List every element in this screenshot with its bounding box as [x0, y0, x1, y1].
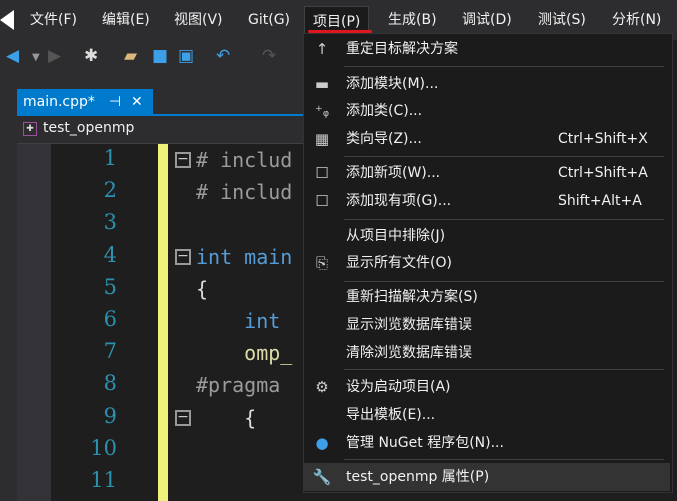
- editor-margin: [17, 144, 51, 501]
- line-number: 2: [103, 178, 117, 203]
- menu-git[interactable]: Git(G): [240, 0, 298, 40]
- forward-icon[interactable]: ▶: [48, 46, 61, 66]
- project-icon: ✚: [23, 122, 37, 136]
- menu-item[interactable]: 显示浏览数据库错误: [304, 311, 670, 339]
- menu-item-label: 添加现有项(G)...: [346, 193, 452, 209]
- project-nav-dropdown[interactable]: ✚ test_openmp: [17, 116, 303, 144]
- menu-separator: [344, 219, 664, 220]
- code-line[interactable]: omp_: [196, 341, 292, 365]
- line-number: 6: [103, 307, 117, 331]
- show-files-icon: ⎘: [315, 254, 328, 272]
- menu-item[interactable]: ⎘ 显示所有文件(O): [304, 249, 670, 277]
- close-icon[interactable]: ✕: [131, 89, 143, 115]
- menu-item-shortcut: Shift+Alt+A: [558, 193, 642, 209]
- code-line[interactable]: #pragma: [196, 373, 280, 397]
- line-number: 7: [103, 339, 117, 364]
- add-class-icon: ⁺ᵩ: [314, 102, 330, 120]
- collapse-icon[interactable]: −: [175, 248, 191, 265]
- menu-item[interactable]: ⁺ᵩ 添加类(C)...: [304, 97, 670, 125]
- code-line[interactable]: # includ: [196, 148, 292, 172]
- menu-separator: [344, 459, 664, 460]
- tab-title: main.cpp*: [23, 94, 95, 110]
- menu-item[interactable]: 清除浏览数据库错误: [304, 339, 670, 367]
- menu-item[interactable]: 从项目中排除(J): [304, 222, 670, 250]
- save-all-icon[interactable]: ▣: [178, 46, 194, 66]
- add-module-icon: ▬: [314, 75, 330, 93]
- side-panel-strip[interactable]: [0, 76, 17, 501]
- line-number: 11: [90, 468, 117, 492]
- menu-separator: [344, 156, 664, 157]
- collapse-icon[interactable]: −: [175, 409, 191, 426]
- menu-item[interactable]: ↑ 重定目标解决方案: [304, 35, 670, 63]
- arrow-up-icon: ↑: [315, 40, 329, 58]
- line-number: 9: [103, 403, 117, 428]
- menu-item-label: 重定目标解决方案: [346, 41, 458, 57]
- menu-item[interactable]: ☐ 添加新项(W)... Ctrl+Shift+A: [304, 159, 670, 187]
- menu-edit[interactable]: 编辑(E): [94, 0, 158, 40]
- code-line[interactable]: int: [196, 309, 280, 333]
- menu-item[interactable]: ▦ 类向导(Z)... Ctrl+Shift+X: [304, 125, 670, 153]
- menu-item-label: 管理 NuGet 程序包(N)...: [346, 435, 504, 451]
- menu-item[interactable]: 🔧 test_openmp 属性(P): [304, 463, 670, 491]
- save-icon[interactable]: ■: [152, 46, 168, 66]
- menu-item-label: 导出模板(E)...: [346, 407, 436, 423]
- change-indicator: [158, 144, 168, 501]
- menu-item[interactable]: ● 管理 NuGet 程序包(N)...: [304, 429, 670, 457]
- nuget-icon: ●: [315, 434, 329, 452]
- new-item-icon: ☐: [315, 164, 329, 182]
- line-number: 10: [90, 435, 117, 460]
- menu-item-label: 显示所有文件(O): [346, 255, 452, 271]
- menu-view[interactable]: 视图(V): [166, 0, 231, 40]
- code-line[interactable]: {: [196, 277, 208, 301]
- existing-item-icon: ☐: [315, 192, 329, 210]
- dropdown-icon[interactable]: ▼: [32, 52, 40, 63]
- menu-item-label: 添加新项(W)...: [346, 165, 441, 181]
- menu-item-label: 重新扫描解决方案(S): [346, 289, 478, 305]
- gear-icon: ⚙: [315, 378, 329, 396]
- menu-item-label: 显示浏览数据库错误: [346, 317, 472, 333]
- menu-item[interactable]: ☐ 添加现有项(G)... Shift+Alt+A: [304, 187, 670, 215]
- menu-separator: [344, 281, 664, 282]
- menu-item[interactable]: ⚙ 设为启动项目(A): [304, 373, 670, 401]
- wrench-icon: 🔧: [312, 468, 332, 486]
- code-line[interactable]: {: [196, 406, 256, 430]
- menu-separator: [344, 369, 664, 370]
- menu-item[interactable]: 重新扫描解决方案(S): [304, 283, 670, 311]
- menu-item[interactable]: ▬ 添加模块(M)...: [304, 70, 670, 98]
- code-line[interactable]: # includ: [196, 180, 292, 204]
- pin-icon[interactable]: ⊣: [109, 89, 121, 115]
- back-icon[interactable]: ◀: [6, 46, 19, 66]
- menu-item-label: 添加类(C)...: [346, 103, 423, 119]
- menu-item-label: 添加模块(M)...: [346, 76, 439, 92]
- line-number: 8: [103, 371, 117, 396]
- project-name: test_openmp: [43, 120, 135, 136]
- open-folder-icon[interactable]: ▰: [124, 46, 137, 66]
- menu-item-label: 清除浏览数据库错误: [346, 345, 472, 361]
- menu-separator: [344, 66, 664, 67]
- menu-file[interactable]: 文件(F): [22, 0, 85, 40]
- tab-main-cpp[interactable]: main.cpp* ⊣ ✕: [17, 89, 153, 115]
- line-number: 4: [103, 242, 117, 267]
- vs-logo-icon: [0, 10, 14, 30]
- new-project-icon[interactable]: ✱: [84, 46, 98, 66]
- menu-item[interactable]: 导出模板(E)...: [304, 401, 670, 429]
- menu-item-label: test_openmp 属性(P): [346, 469, 490, 485]
- line-number: 3: [103, 210, 117, 235]
- redo-icon[interactable]: ↷: [262, 46, 276, 66]
- menu-item-label: 类向导(Z)...: [346, 131, 422, 147]
- class-wizard-icon: ▦: [314, 130, 330, 148]
- code-line[interactable]: int main: [196, 245, 292, 269]
- undo-icon[interactable]: ↶: [216, 46, 230, 66]
- menu-item-label: 设为启动项目(A): [346, 379, 451, 395]
- menu-item-shortcut: Ctrl+Shift+A: [558, 165, 648, 181]
- line-number: 5: [103, 274, 117, 299]
- menu-item-shortcut: Ctrl+Shift+X: [558, 131, 648, 147]
- menu-item-label: 从项目中排除(J): [346, 228, 446, 244]
- line-number: 1: [103, 146, 117, 170]
- collapse-icon[interactable]: −: [175, 152, 191, 168]
